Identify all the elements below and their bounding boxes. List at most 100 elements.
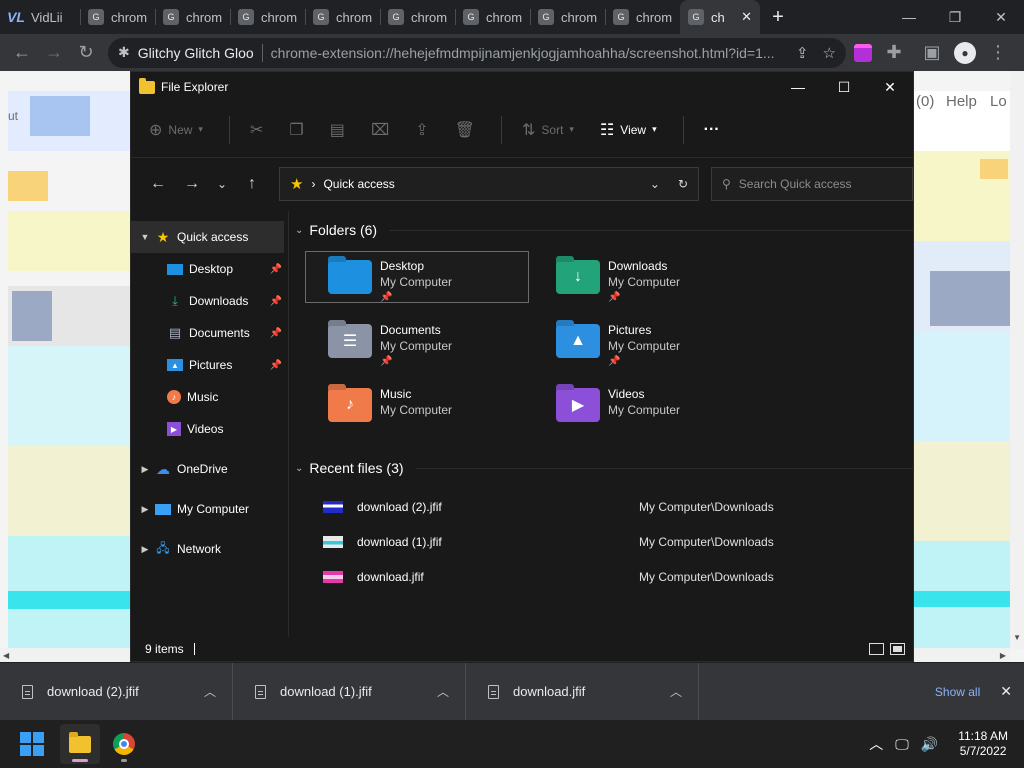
sidebar-item-network[interactable]: ▶ 🖧 Network — [131, 533, 288, 565]
share-button[interactable]: ⇪ — [415, 120, 428, 140]
folder-tile-videos[interactable]: ▶ Videos My Computer — [533, 379, 757, 431]
sidebar-item-quick-access[interactable]: ▼ ★ Quick access — [131, 221, 284, 253]
scroll-left-arrow-icon[interactable]: ◀ — [3, 651, 9, 660]
sidebar-item-my-computer[interactable]: ▶ My Computer — [131, 493, 288, 525]
large-icons-view-icon[interactable] — [890, 643, 905, 655]
scroll-right-arrow-icon[interactable]: ▶ — [1000, 651, 1006, 660]
folder-tile-documents[interactable]: ☰ Documents My Computer 📌 — [305, 315, 529, 367]
omnibox[interactable]: ✱ Glitchy Glitch Gloo chrome-extension:/… — [108, 37, 846, 68]
chevron-up-icon[interactable]: ︿ — [437, 683, 449, 700]
chevron-down-icon[interactable]: ⌄ — [295, 463, 303, 474]
scroll-down-arrow-icon[interactable]: ▼ — [1013, 633, 1021, 642]
back-arrow-icon[interactable]: ← — [141, 175, 175, 193]
chevron-down-icon[interactable]: ⌄ — [295, 225, 303, 236]
download-item[interactable]: download.jfif ︿ — [466, 662, 699, 721]
details-view-icon[interactable] — [869, 643, 884, 655]
tab-close-icon[interactable]: ✕ — [741, 9, 752, 25]
display-icon[interactable]: 🖵 — [895, 736, 909, 753]
recent-file-row[interactable]: download.jfif My Computer\Downloads — [323, 559, 913, 594]
page-text[interactable]: Lo — [990, 93, 1007, 110]
sidebar-item-downloads[interactable]: ⤓ Downloads 📌 — [131, 285, 288, 317]
address-bar[interactable]: ★ › Quick access ⌄ ↻ — [279, 167, 699, 201]
sidebar-item-videos[interactable]: ▶ Videos — [131, 413, 288, 445]
tab-active[interactable]: G ch ✕ — [680, 0, 760, 34]
rename-button[interactable]: ⌧ — [371, 120, 389, 140]
tab-chrome[interactable]: G chrom — [530, 0, 605, 34]
volume-icon[interactable]: 🔊 — [921, 736, 938, 753]
sidebar-item-label: My Computer — [177, 502, 250, 516]
explorer-titlebar[interactable]: File Explorer — ☐ ✕ — [131, 72, 913, 102]
address-dropdown-chevron-icon[interactable]: ⌄ — [650, 177, 660, 191]
recent-locations-chevron-icon[interactable]: ⌄ — [209, 177, 235, 191]
folder-tile-downloads[interactable]: ↓ Downloads My Computer 📌 — [533, 251, 757, 303]
share-icon[interactable]: ⇪ — [796, 44, 809, 62]
tab-chrome[interactable]: G chrom — [80, 0, 155, 34]
cut-button[interactable]: ✂ — [250, 120, 263, 140]
page-vertical-scrollbar[interactable] — [1010, 71, 1024, 649]
sidebar-item-onedrive[interactable]: ▶ ☁ OneDrive — [131, 453, 288, 485]
explorer-minimize-button[interactable]: — — [775, 72, 821, 102]
chevron-up-icon[interactable]: ︿ — [204, 683, 216, 700]
windows-start-icon[interactable] — [20, 732, 44, 756]
close-shelf-button[interactable]: ✕ — [1000, 683, 1012, 700]
recent-file-row[interactable]: download (2).jfif My Computer\Downloads — [323, 489, 913, 524]
new-tab-button[interactable]: + — [760, 0, 796, 34]
folder-tile-desktop[interactable]: Desktop My Computer 📌 — [305, 251, 529, 303]
browser-restore-button[interactable]: ❐ — [932, 0, 978, 34]
search-input[interactable]: ⚲ Search Quick access — [711, 167, 913, 201]
sidebar-item-pictures[interactable]: ▲ Pictures 📌 — [131, 349, 288, 381]
sidebar-item-documents[interactable]: ▤ Documents 📌 — [131, 317, 288, 349]
taskbar-chrome[interactable] — [104, 724, 144, 764]
breadcrumb-quick-access[interactable]: Quick access — [323, 177, 394, 191]
forward-arrow-icon[interactable]: → — [38, 37, 70, 69]
up-arrow-icon[interactable]: ↑ — [235, 175, 269, 193]
copy-button[interactable]: ❐ — [289, 120, 303, 140]
kebab-menu-icon[interactable]: ⋮ — [982, 37, 1014, 69]
explorer-maximize-button[interactable]: ☐ — [821, 72, 867, 102]
tab-vidlii[interactable]: VL VidLii — [0, 0, 80, 34]
browser-close-button[interactable]: ✕ — [978, 0, 1024, 34]
tab-chrome[interactable]: G chrom — [605, 0, 680, 34]
tab-chrome[interactable]: G chrom — [155, 0, 230, 34]
recent-file-row[interactable]: download (1).jfif My Computer\Downloads — [323, 524, 913, 559]
tab-chrome[interactable]: G chrom — [305, 0, 380, 34]
recent-section-header[interactable]: ⌄ Recent files (3) — [295, 453, 913, 483]
delete-button[interactable]: 🗑 — [455, 120, 475, 140]
sort-button[interactable]: ⇅ Sort ▾ — [522, 120, 574, 140]
view-button[interactable]: ☷ View ▾ — [600, 120, 657, 140]
refresh-icon[interactable]: ↻ — [678, 177, 688, 191]
reload-icon[interactable]: ↻ — [70, 37, 102, 69]
profile-avatar-icon[interactable]: ● — [954, 41, 976, 64]
page-link-help[interactable]: Help — [946, 93, 977, 110]
tab-chrome[interactable]: G chrom — [455, 0, 530, 34]
sidebar-item-music[interactable]: ♪ Music — [131, 381, 288, 413]
extensions-puzzle-icon[interactable]: ✚ — [878, 37, 910, 69]
new-button[interactable]: ⊕ New ▾ — [149, 120, 203, 140]
sidebar-item-desktop[interactable]: Desktop 📌 — [131, 253, 288, 285]
forward-arrow-icon[interactable]: → — [175, 175, 209, 193]
folder-tile-music[interactable]: ♪ Music My Computer — [305, 379, 529, 431]
download-item[interactable]: download (1).jfif ︿ — [233, 662, 466, 721]
tab-chrome[interactable]: G chrom — [230, 0, 305, 34]
show-all-downloads-link[interactable]: Show all — [935, 685, 980, 699]
explorer-close-button[interactable]: ✕ — [867, 72, 913, 102]
extension-icon[interactable] — [854, 43, 872, 62]
back-arrow-icon[interactable]: ← — [6, 37, 38, 69]
chevron-down-icon[interactable]: ▼ — [131, 232, 155, 242]
side-panel-icon[interactable]: ▣ — [916, 37, 948, 69]
chevron-right-icon[interactable]: ▶ — [131, 504, 155, 515]
download-item[interactable]: download (2).jfif ︿ — [0, 662, 233, 721]
bookmark-star-icon[interactable]: ☆ — [823, 44, 836, 62]
chevron-right-icon[interactable]: ▶ — [131, 544, 155, 555]
paste-button[interactable]: ▤ — [330, 120, 345, 140]
tab-chrome[interactable]: G chrom — [380, 0, 455, 34]
more-options-button[interactable]: ··· — [704, 121, 720, 139]
system-clock[interactable]: 11:18 AM 5/7/2022 — [958, 729, 1008, 759]
chevron-right-icon[interactable]: ▶ — [131, 464, 155, 475]
folders-section-header[interactable]: ⌄ Folders (6) — [295, 215, 913, 245]
browser-minimize-button[interactable]: — — [886, 0, 932, 34]
chevron-up-icon[interactable]: ︿ — [670, 683, 682, 700]
folder-tile-pictures[interactable]: ▲ Pictures My Computer 📌 — [533, 315, 757, 367]
show-hidden-icons-chevron-icon[interactable]: ︿ — [869, 734, 883, 754]
taskbar-file-explorer[interactable] — [60, 724, 100, 764]
